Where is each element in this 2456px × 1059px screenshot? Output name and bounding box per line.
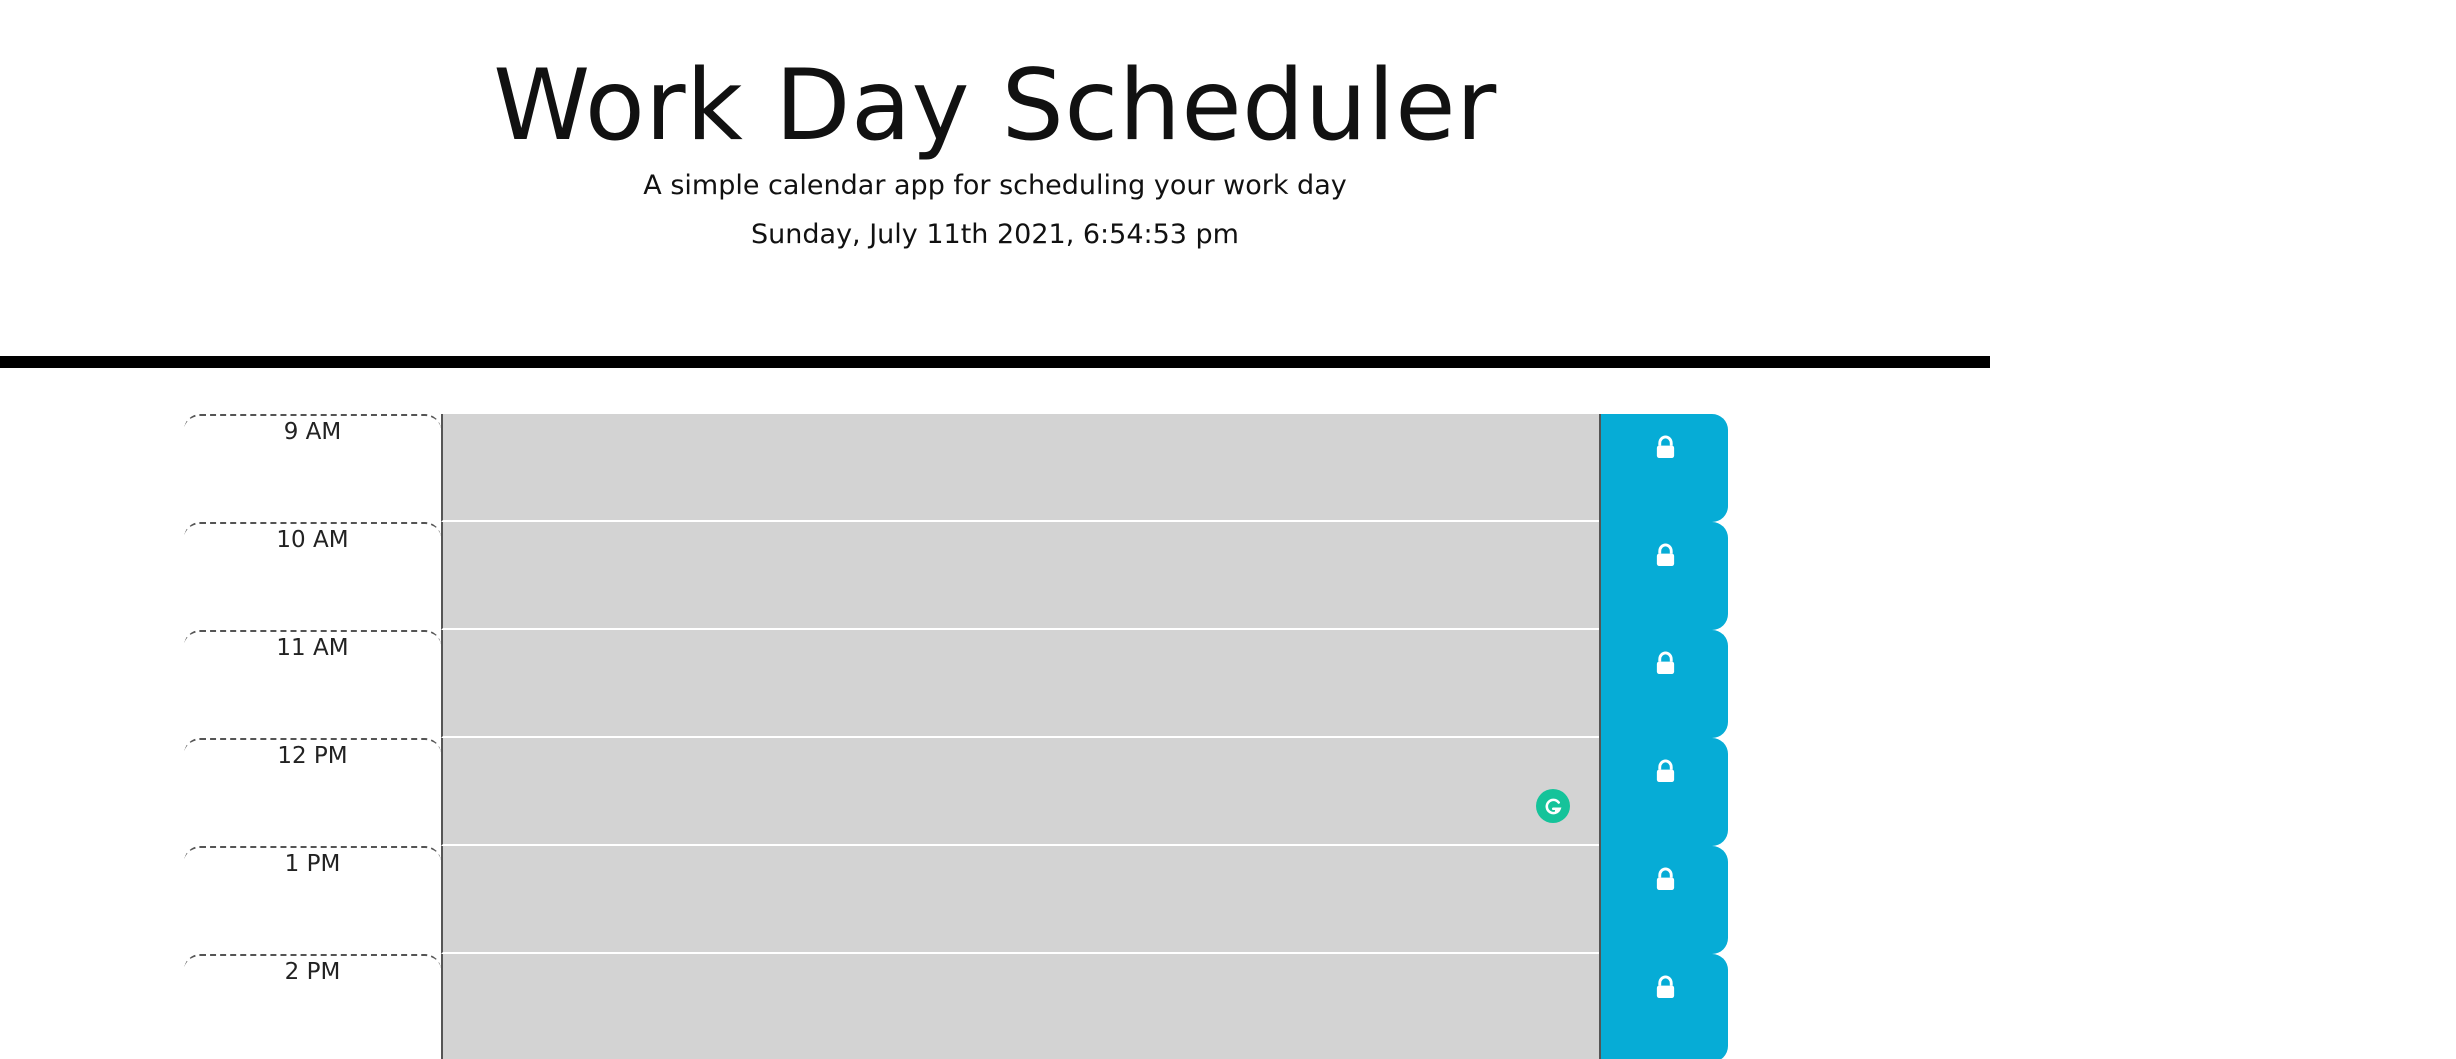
- lock-icon: [1656, 975, 1674, 999]
- event-description-input[interactable]: [441, 738, 1599, 846]
- save-button[interactable]: [1599, 630, 1728, 738]
- work-day-scheduler-page: Work Day Scheduler A simple calendar app…: [0, 0, 2456, 1059]
- current-date-time: Sunday, July 11th 2021, 6:54:53 pm: [751, 219, 1239, 250]
- lock-icon: [1656, 435, 1674, 459]
- save-button[interactable]: [1599, 414, 1728, 522]
- hour-label: 11 AM: [184, 630, 441, 738]
- lock-icon: [1656, 867, 1674, 891]
- event-description-input[interactable]: [441, 414, 1599, 522]
- grammarly-g-icon: [1545, 798, 1562, 815]
- hour-label: 10 AM: [184, 522, 441, 630]
- time-block-1-pm: 1 PM: [184, 846, 1728, 954]
- page-subtitle: A simple calendar app for scheduling you…: [643, 170, 1347, 201]
- lock-icon: [1656, 759, 1674, 783]
- time-block-2-pm: 2 PM: [184, 954, 1728, 1059]
- hour-label: 12 PM: [184, 738, 441, 846]
- event-description-input[interactable]: [441, 846, 1599, 954]
- header-divider: [0, 356, 1990, 368]
- lock-icon: [1656, 543, 1674, 567]
- schedule-container: 9 AM 10 AM 11 AM 12 PM 1 PM 2 PM: [184, 414, 1728, 1059]
- page-title: Work Day Scheduler: [493, 49, 1497, 163]
- time-block-9-am: 9 AM: [184, 414, 1728, 522]
- time-block-12-pm: 12 PM: [184, 738, 1728, 846]
- lock-icon: [1656, 651, 1674, 675]
- save-button[interactable]: [1599, 846, 1728, 954]
- hour-label: 2 PM: [184, 954, 441, 1059]
- grammarly-icon[interactable]: [1536, 789, 1570, 823]
- save-button[interactable]: [1599, 522, 1728, 630]
- hour-label: 1 PM: [184, 846, 441, 954]
- time-block-11-am: 11 AM: [184, 630, 1728, 738]
- event-description-input[interactable]: [441, 954, 1599, 1059]
- event-description-input[interactable]: [441, 630, 1599, 738]
- hour-label: 9 AM: [184, 414, 441, 522]
- time-block-10-am: 10 AM: [184, 522, 1728, 630]
- event-description-input[interactable]: [441, 522, 1599, 630]
- scheduler-header: Work Day Scheduler A simple calendar app…: [0, 0, 1990, 366]
- save-button[interactable]: [1599, 738, 1728, 846]
- save-button[interactable]: [1599, 954, 1728, 1059]
